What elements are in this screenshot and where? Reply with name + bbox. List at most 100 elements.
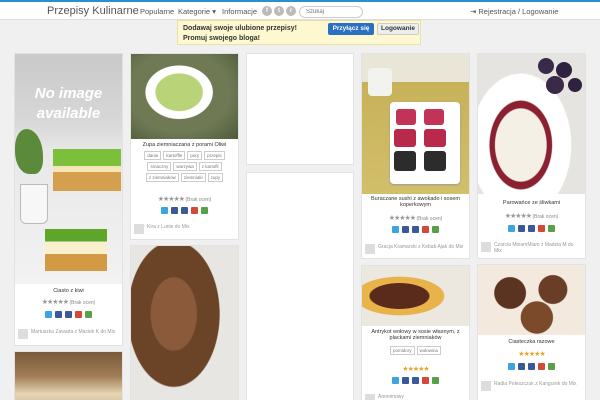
twitter-share-icon[interactable] xyxy=(508,363,515,370)
recipe-title[interactable]: Antrykot wołowy w sosie własnym, z plack… xyxy=(366,329,465,341)
tag[interactable]: z ziemniaków xyxy=(145,173,179,182)
pinterest-share-icon[interactable] xyxy=(412,377,419,384)
rss-icon[interactable]: r xyxy=(286,6,296,16)
google-plus-icon[interactable] xyxy=(422,377,429,384)
join-button[interactable]: Przyłącz się xyxy=(328,23,374,35)
google-plus-icon[interactable] xyxy=(191,207,198,214)
recipe-card[interactable]: Ciasteczka razowe ★★★★★ Radia Poleszczuk… xyxy=(477,264,586,400)
rating[interactable]: ★★★★★ xyxy=(362,365,469,373)
recipe-image[interactable] xyxy=(131,246,238,400)
facebook-share-icon[interactable] xyxy=(518,225,525,232)
recipe-image[interactable] xyxy=(478,54,585,194)
email-share-icon[interactable] xyxy=(432,377,439,384)
rating[interactable]: ★★★★★ (Brak ocen) xyxy=(131,195,238,203)
tag[interactable]: kartoffle xyxy=(163,151,186,160)
pinterest-share-icon[interactable] xyxy=(528,363,535,370)
twitter-icon[interactable]: t xyxy=(274,6,284,16)
pinterest-share-icon[interactable] xyxy=(528,225,535,232)
tag[interactable]: danie xyxy=(144,151,162,160)
tag[interactable]: ziemniaki xyxy=(180,173,206,182)
recipe-title[interactable]: Ciasto z kiwi xyxy=(19,288,118,294)
recipe-card[interactable]: Antrykot wołowy w sosie własnym, z plack… xyxy=(361,265,470,400)
recipe-image[interactable] xyxy=(478,265,585,335)
author-line[interactable]: Czarcia MniamMiam z Madzia M do Mix xyxy=(481,242,582,254)
tag[interactable]: przepis xyxy=(204,151,225,160)
twitter-share-icon[interactable] xyxy=(392,377,399,384)
nav-info[interactable]: Informacje xyxy=(222,7,257,16)
facebook-share-icon[interactable] xyxy=(402,377,409,384)
facebook-share-icon[interactable] xyxy=(171,207,178,214)
banner-line2: Promuj swojego bloga! xyxy=(183,35,261,42)
share-buttons xyxy=(15,311,122,318)
tag[interactable]: wołowina xyxy=(416,346,442,355)
recipe-title[interactable]: Buraczane sushi z awokado i sosem koperk… xyxy=(366,196,465,208)
recipe-image[interactable] xyxy=(362,54,469,194)
sushi-piece-1 xyxy=(396,109,416,125)
recipe-card[interactable]: Buraczane sushi z awokado i sosem koperk… xyxy=(361,53,470,259)
recipe-image[interactable] xyxy=(15,352,122,400)
nav-categories[interactable]: Kategorie ▾ xyxy=(178,7,216,16)
facebook-share-icon[interactable] xyxy=(518,363,525,370)
nav-popular[interactable]: Popularne xyxy=(140,7,174,16)
rating[interactable]: ★★★★★ (Brak ocen) xyxy=(362,214,469,222)
facebook-icon[interactable]: f xyxy=(262,6,272,16)
email-share-icon[interactable] xyxy=(548,225,555,232)
rating[interactable]: ★★★★★ xyxy=(478,350,585,358)
author-line[interactable]: Radia Poleszczuk z Kangurek do Mix xyxy=(481,381,582,391)
rating[interactable]: ★★★★★ (Brak ocen) xyxy=(478,212,585,220)
pinterest-share-icon[interactable] xyxy=(181,207,188,214)
author-line[interactable]: Kira z Lunie do Mix xyxy=(134,224,235,234)
recipe-card[interactable]: No image available Ciasto z kiwi ★★★★★ (B… xyxy=(14,53,123,346)
author-line[interactable]: Martuszka Zawada z Maciek K do Mix xyxy=(18,329,119,339)
facebook-share-icon[interactable] xyxy=(55,311,62,318)
recipe-card[interactable] xyxy=(246,53,354,165)
recipe-card[interactable]: Zupa ziemniaczana z porami Oliwi danie k… xyxy=(130,53,239,240)
tag[interactable]: pomidory xyxy=(389,346,415,355)
rating[interactable]: ★★★★★ (Brak ocen) xyxy=(15,298,122,306)
pinterest-share-icon[interactable] xyxy=(65,311,72,318)
plum-3 xyxy=(546,76,564,94)
login-button[interactable]: Logowanie xyxy=(377,23,419,35)
google-plus-icon[interactable] xyxy=(538,225,545,232)
google-plus-icon[interactable] xyxy=(538,363,545,370)
recipe-card[interactable] xyxy=(246,172,354,400)
recipe-image[interactable]: No image available xyxy=(15,54,122,284)
tag[interactable]: warzywa xyxy=(173,162,197,171)
recipe-title[interactable]: Parowańce ze śliwkami xyxy=(482,200,581,206)
register-login-link[interactable]: ⇥ Rejestracja / Logowanie xyxy=(470,7,558,16)
recipe-image[interactable] xyxy=(362,266,469,326)
recipe-card[interactable] xyxy=(14,351,123,400)
email-share-icon[interactable] xyxy=(201,207,208,214)
avatar xyxy=(481,381,491,391)
twitter-share-icon[interactable] xyxy=(392,226,399,233)
recipe-title[interactable]: Ciasteczka razowe xyxy=(482,339,581,345)
share-buttons xyxy=(362,377,469,384)
twitter-share-icon[interactable] xyxy=(45,311,52,318)
tag[interactable]: smaczny xyxy=(147,162,172,171)
author-line[interactable]: Anonimowy xyxy=(365,394,466,400)
twitter-share-icon[interactable] xyxy=(508,225,515,232)
email-share-icon[interactable] xyxy=(85,311,92,318)
tag[interactable]: z kartofli xyxy=(198,162,222,171)
plum-1 xyxy=(538,58,554,74)
recipe-image[interactable] xyxy=(131,54,238,139)
email-share-icon[interactable] xyxy=(548,363,555,370)
email-share-icon[interactable] xyxy=(432,226,439,233)
tag[interactable]: pory xyxy=(187,151,203,160)
recipe-card[interactable]: Parowańce ze śliwkami ★★★★★ (Brak ocen) … xyxy=(477,53,586,259)
tag[interactable]: zupy xyxy=(207,173,224,182)
search-input[interactable] xyxy=(299,6,363,18)
facebook-share-icon[interactable] xyxy=(402,226,409,233)
twitter-share-icon[interactable] xyxy=(161,207,168,214)
pinterest-share-icon[interactable] xyxy=(412,226,419,233)
google-plus-icon[interactable] xyxy=(422,226,429,233)
google-plus-icon[interactable] xyxy=(75,311,82,318)
cake-slice-1 xyxy=(53,149,121,191)
recipe-title[interactable]: Zupa ziemniaczana z porami Oliwi xyxy=(135,142,234,148)
author-line[interactable]: Gracja Kramarski z Kebab Ajak do Mix xyxy=(365,244,466,254)
plum-2 xyxy=(556,62,572,78)
glass-decoration xyxy=(20,184,48,224)
recipe-card[interactable] xyxy=(130,245,239,400)
brand-logo[interactable]: Przepisy Kulinarne xyxy=(47,5,139,17)
share-buttons xyxy=(131,207,238,214)
